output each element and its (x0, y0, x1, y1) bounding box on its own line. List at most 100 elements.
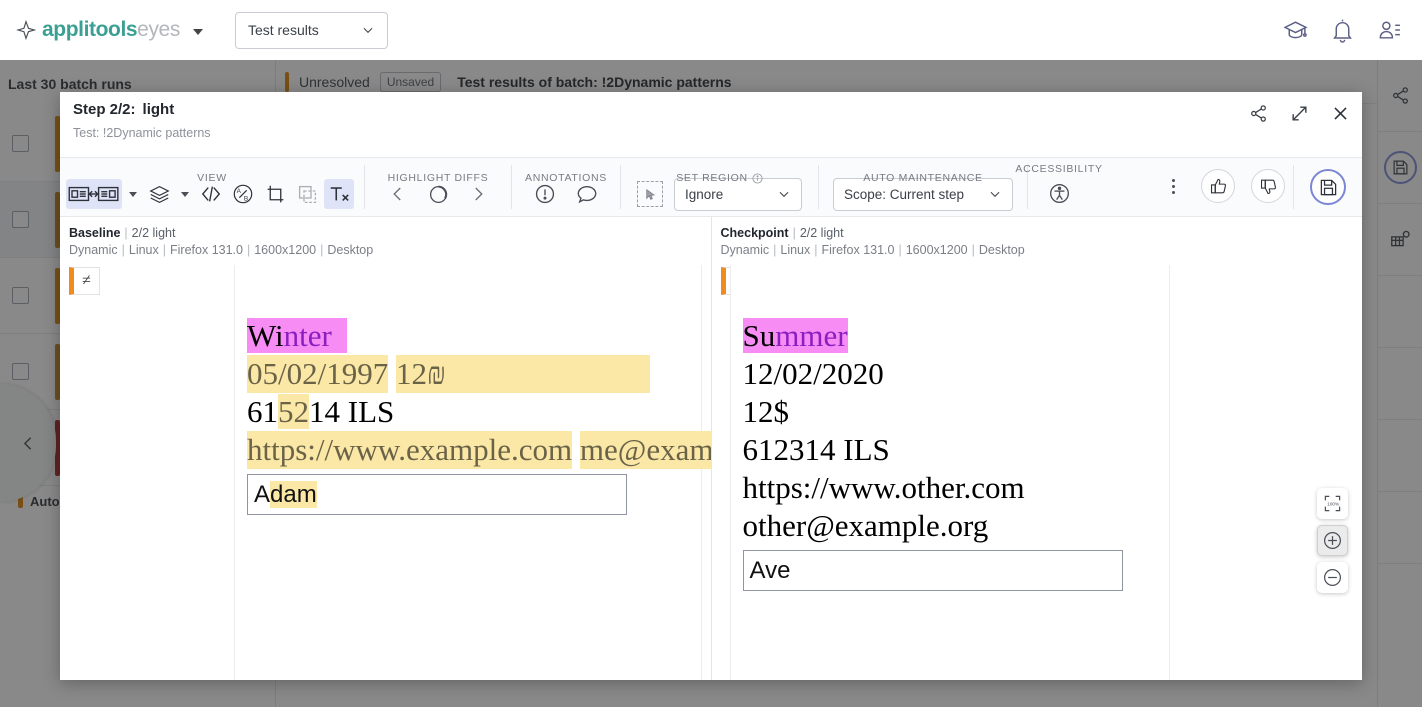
remove-text-icon (328, 183, 350, 205)
checkpoint-line-5: https://www.other.com (743, 469, 1169, 507)
baseline-line-2: 05/02/1997 (247, 355, 388, 393)
applitools-mark-icon (16, 20, 36, 40)
compare-panes: Baseline|2/2 light Dynamic|Linux|Firefox… (60, 217, 1362, 680)
side-by-side-view-icon (68, 183, 120, 205)
duplicate-icon (297, 184, 318, 205)
test-results-select[interactable]: Test results (235, 12, 388, 49)
step-detail-modal: Step 2/2:light Test: !2Dynamic patterns … (60, 92, 1362, 680)
modal-header: Step 2/2: light Test: !2Dynamic patterns (60, 92, 1362, 157)
app-header-actions (1283, 18, 1402, 43)
baseline-header: Baseline|2/2 light Dynamic|Linux|Firefox… (60, 217, 711, 265)
chevron-down-icon (988, 187, 1002, 201)
layers-dropdown-caret-icon[interactable] (181, 192, 189, 197)
save-icon (1319, 178, 1338, 197)
account-icon[interactable] (1377, 18, 1402, 43)
baseline-line-6: me@example.com (580, 431, 711, 469)
chevron-down-icon (777, 187, 791, 201)
graduation-cap-icon[interactable] (1283, 18, 1308, 43)
duplicate-button[interactable] (292, 179, 322, 209)
crop-icon (265, 184, 286, 205)
save-button[interactable] (1310, 169, 1346, 205)
baseline-meta: Dynamic|Linux|Firefox 131.0|1600x1200|De… (69, 243, 711, 257)
info-icon[interactable] (752, 173, 763, 184)
brand-logo[interactable]: applitoolseyes (16, 18, 203, 42)
baseline-line-5: https://www.example.com (247, 431, 572, 469)
checkpoint-line-2: 12/02/2020 (743, 355, 1169, 393)
baseline-diff-badge[interactable]: ≠ (69, 267, 100, 295)
modal-subtitle: Test: !2Dynamic patterns (73, 126, 211, 140)
kebab-menu-icon (1172, 179, 1175, 182)
baseline-line-4: 615214 ILS (247, 393, 701, 431)
baseline-body: ≠ Winter 05/02/1997 12₪ 615214 ILS https… (60, 265, 711, 680)
checkpoint-body: ≠ Summer 12/02/2020 12$ 612314 ILS https… (712, 265, 1363, 680)
baseline-title: Baseline|2/2 light (69, 226, 711, 240)
zoom-in-button[interactable] (1317, 525, 1348, 556)
svg-text:B: B (244, 195, 248, 202)
modal-title-prefix: Step 2/2: (73, 101, 136, 118)
modal-title-value: light (143, 101, 175, 118)
svg-text:100%: 100% (1327, 502, 1340, 508)
baseline-screenshot[interactable]: Winter 05/02/1997 12₪ 615214 ILS https:/… (234, 265, 702, 680)
thumbs-down-button[interactable] (1251, 169, 1285, 203)
toolbar-group-accessibility: ACCESSIBILITY (1028, 156, 1090, 216)
brand-name: applitoolseyes (42, 18, 180, 42)
toolbar-group-auto-maintenance: AUTO MAINTENANCE Scope: Current step (819, 165, 1028, 209)
toolbar-group-set-region: SET REGION Ignore (621, 165, 819, 209)
select-region-icon (644, 188, 657, 201)
checkpoint-line-6: other@example.org (743, 507, 1169, 545)
checkpoint-name-input[interactable]: Ave (743, 550, 1123, 591)
checkpoint-pane: Checkpoint|2/2 light Dynamic|Linux|Firef… (712, 217, 1363, 680)
checkpoint-line-3: 12$ (743, 393, 1169, 431)
zoom-in-icon (1322, 530, 1343, 551)
select-region-button[interactable] (637, 181, 663, 207)
chevron-down-icon (361, 23, 375, 37)
fit-100-icon: 100% (1323, 494, 1342, 513)
baseline-step: 2/2 light (132, 226, 176, 240)
baseline-label: Baseline (69, 226, 120, 240)
modal-header-actions (1249, 104, 1350, 123)
fit-100-button[interactable]: 100% (1317, 488, 1348, 519)
checkpoint-screenshot[interactable]: Summer 12/02/2020 12$ 612314 ILS https:/… (730, 265, 1170, 680)
step-toolbar: VIEW (60, 157, 1362, 217)
zoom-controls: 100% (1317, 488, 1348, 593)
bell-icon[interactable] (1330, 18, 1355, 43)
toolbar-group-highlight-diffs: HIGHLIGHT DIFFS (365, 165, 512, 209)
svg-text:A: A (237, 188, 242, 195)
zoom-out-button[interactable] (1317, 562, 1348, 593)
code-icon (200, 183, 222, 205)
baseline-content: Winter 05/02/1997 12₪ 615214 ILS https:/… (247, 317, 701, 515)
kebab-menu-button[interactable] (1161, 171, 1185, 201)
toolbar-group-set-region-label: SET REGION (621, 172, 818, 184)
checkpoint-line-4: 612314 ILS (743, 431, 1169, 469)
checkpoint-content: Summer 12/02/2020 12$ 612314 ILS https:/… (743, 317, 1169, 591)
page-title: Step 2/2: light (73, 101, 174, 118)
share-icon[interactable] (1249, 104, 1268, 123)
layers-icon (149, 184, 170, 205)
auto-maintenance-select-value: Scope: Current step (844, 187, 964, 202)
checkpoint-title: Checkpoint|2/2 light (721, 226, 1363, 240)
zoom-out-icon (1322, 567, 1343, 588)
thumbs-up-button[interactable] (1201, 169, 1235, 203)
issue-icon (534, 183, 556, 205)
toolbar-group-annotations-label: ANNOTATIONS (512, 172, 620, 184)
view-mode-dropdown-caret-icon[interactable] (129, 192, 137, 197)
baseline-pane: Baseline|2/2 light Dynamic|Linux|Firefox… (60, 217, 712, 680)
checkpoint-step: 2/2 light (800, 226, 844, 240)
app-header: applitoolseyes Test results (0, 0, 1422, 60)
toolbar-save-group (1293, 165, 1362, 209)
baseline-name-input[interactable]: Adam (247, 474, 627, 515)
checkpoint-line-1: Summer (743, 317, 1169, 355)
diff-target-icon (428, 184, 449, 205)
checkpoint-label: Checkpoint (721, 226, 789, 240)
thumbs-down-icon (1259, 177, 1278, 196)
accessibility-icon (1048, 182, 1071, 205)
toolbar-more-actions (1151, 156, 1293, 216)
expand-icon[interactable] (1290, 104, 1309, 123)
test-results-select-value: Test results (248, 22, 319, 38)
brand-dropdown-caret-icon[interactable] (193, 29, 203, 35)
next-diff-icon (469, 185, 487, 203)
close-icon[interactable] (1331, 104, 1350, 123)
baseline-line-3: 12₪ (396, 355, 650, 393)
ab-compare-icon: A B (232, 183, 254, 205)
accessibility-button[interactable] (1044, 178, 1074, 208)
